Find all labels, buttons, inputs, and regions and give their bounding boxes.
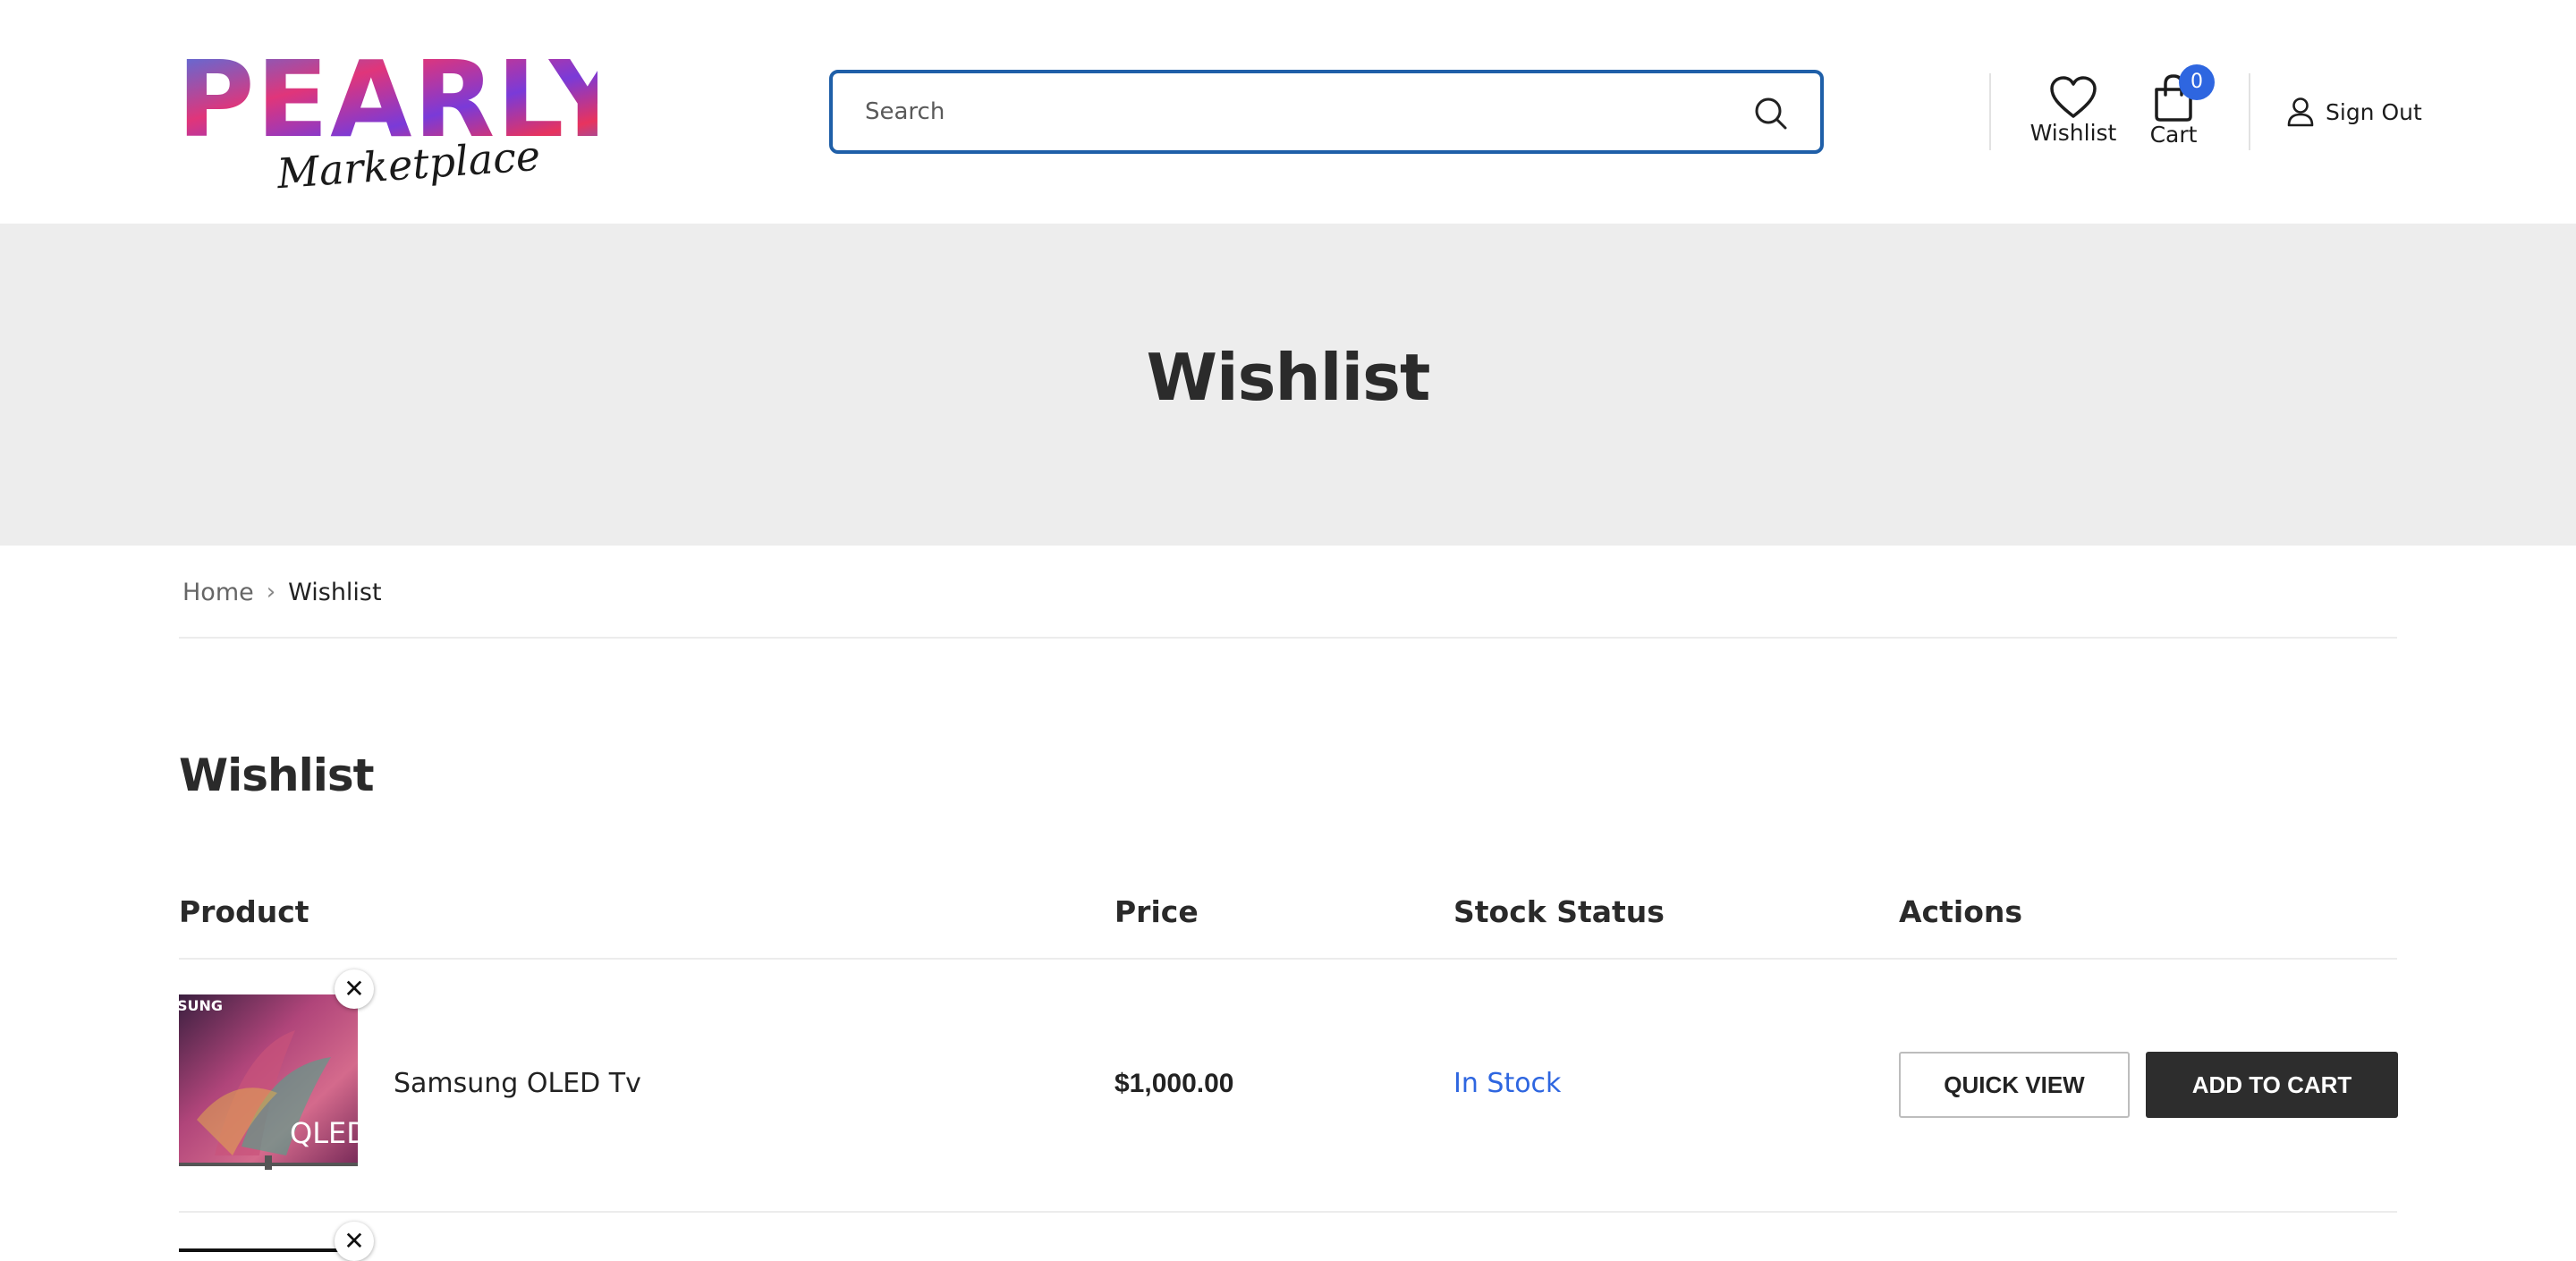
wishlist-label: Wishlist <box>2029 120 2117 146</box>
sign-out-label: Sign Out <box>2326 98 2422 125</box>
heart-icon <box>2029 75 2118 122</box>
search-input[interactable] <box>865 73 1724 150</box>
product-price: $1,000.00 <box>1114 1069 1234 1098</box>
breadcrumb-current: Wishlist <box>288 578 382 606</box>
header-divider <box>1989 73 1991 150</box>
remove-item-button[interactable]: ✕ <box>335 1222 374 1261</box>
search-icon[interactable] <box>1754 97 1788 131</box>
cart-label: Cart <box>2149 122 2198 148</box>
breadcrumb-separator-icon: › <box>266 579 276 605</box>
breadcrumb-home-link[interactable]: Home <box>182 579 254 606</box>
close-icon: ✕ <box>343 974 365 1003</box>
table-header-divider <box>179 958 2397 960</box>
quick-view-button[interactable]: QUICK VIEW <box>1899 1052 2130 1118</box>
user-icon <box>2286 97 2315 127</box>
add-to-cart-button[interactable]: ADD TO CART <box>2146 1052 2398 1118</box>
row-divider <box>179 1211 2397 1213</box>
pearly-logo[interactable]: PEARLY Marketplace <box>177 38 626 198</box>
search-bar <box>829 70 1824 154</box>
product-thumbnail[interactable]: SUNG QLED <box>179 994 358 1173</box>
header-divider <box>2249 73 2250 150</box>
column-header-product: Product <box>179 894 309 929</box>
column-header-price: Price <box>1114 894 1199 929</box>
sign-out-link[interactable]: Sign Out <box>2286 97 2422 127</box>
breadcrumb-divider <box>179 637 2397 639</box>
thumbnail-model-text: QLED <box>290 1116 358 1150</box>
column-header-stock: Stock Status <box>1453 894 1665 929</box>
cart-count-badge: 0 <box>2179 64 2215 100</box>
section-title: Wishlist <box>179 749 375 801</box>
breadcrumb: Home › Wishlist <box>182 576 382 608</box>
banner-title: Wishlist <box>1146 340 1431 415</box>
stock-status: In Stock <box>1453 1068 1562 1099</box>
product-thumbnail[interactable] <box>179 1248 358 1252</box>
remove-item-button[interactable]: ✕ <box>335 969 374 1009</box>
thumbnail-brand-text: SUNG <box>179 997 223 1014</box>
site-header: PEARLY Marketplace Wishlist Cart <box>0 0 2576 224</box>
product-name-link[interactable]: Samsung OLED Tv <box>394 1068 641 1099</box>
close-icon: ✕ <box>343 1226 365 1256</box>
column-header-actions: Actions <box>1899 894 2022 929</box>
page-banner: Wishlist <box>0 224 2576 546</box>
wishlist-link[interactable]: Wishlist <box>2029 75 2118 146</box>
